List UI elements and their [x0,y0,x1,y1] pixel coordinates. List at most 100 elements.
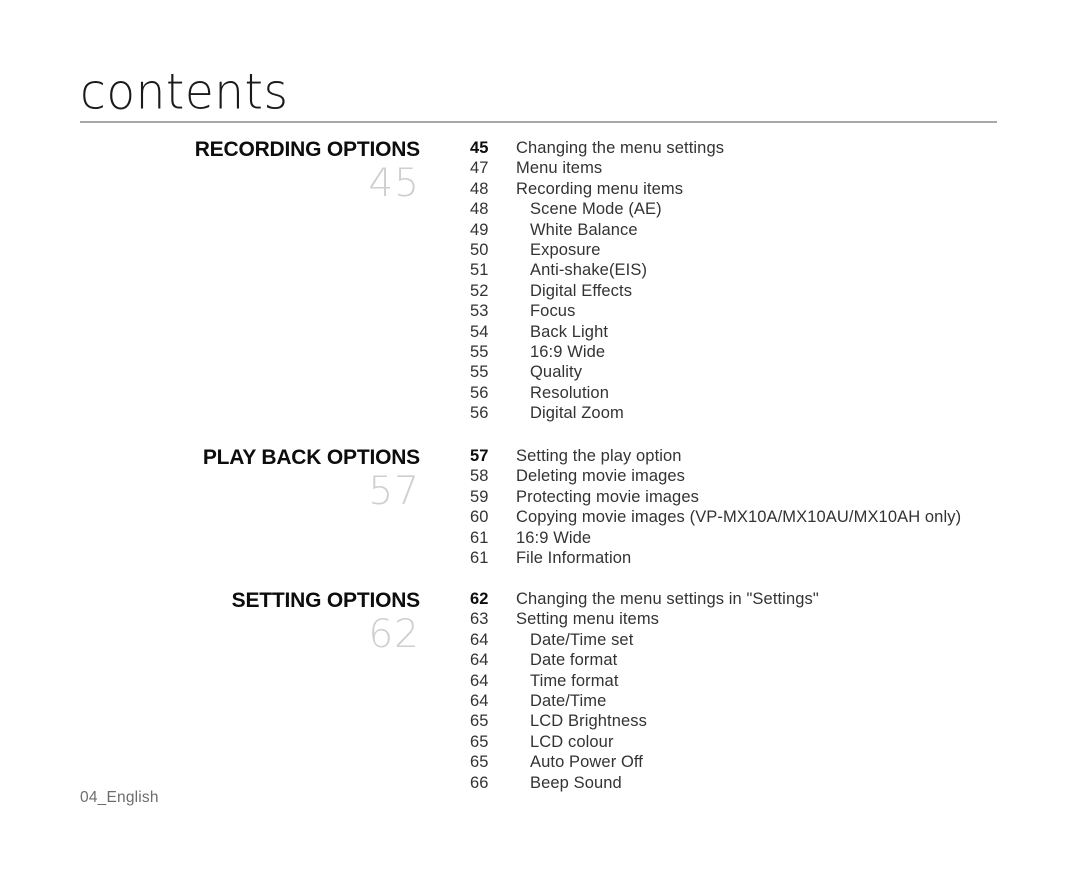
toc-entry-page-number: 51 [470,261,489,280]
toc-entry[interactable]: 65 Auto Power Off [470,752,1070,772]
toc-entry[interactable]: 49 White Balance [470,220,1070,240]
toc-entry[interactable]: 62 Changing the menu settings in "Setting… [470,589,1070,609]
toc-entry[interactable]: 64 Time format [470,671,1070,691]
section-heading-block: RECORDING OPTIONS 45 [0,138,420,205]
toc-entry[interactable]: 53 Focus [470,301,1070,321]
toc-entry[interactable]: 56 Resolution [470,383,1070,403]
toc-entry-page-number: 66 [470,773,489,792]
toc-entry-label: Resolution [530,383,609,402]
toc-entry-label: Exposure [530,240,601,259]
toc-entry[interactable]: 51 Anti-shake(EIS) [470,260,1070,280]
toc-entry-label: Back Light [530,322,609,341]
section-start-page: 45 [368,161,420,206]
toc-entry-label: LCD Brightness [530,712,647,731]
toc-entry-page-number: 54 [470,322,489,341]
toc-entry-page-number: 63 [470,610,489,629]
toc-entry-page-number: 60 [470,508,489,527]
toc-entry-page-number: 65 [470,732,489,751]
toc-entry-page-number: 65 [470,712,489,731]
toc-entry-page-number: 56 [470,383,489,402]
section-title: PLAY BACK OPTIONS [202,446,420,469]
toc-entry-label: Recording menu items [516,179,684,198]
toc-entry-page-number: 48 [470,200,489,219]
toc-entry[interactable]: 58 Deleting movie images [470,466,1070,486]
toc-entry-page-number: 53 [470,302,489,321]
toc-entry-label: Setting the play option [516,447,682,465]
section-heading-block: SETTING OPTIONS 62 [0,589,421,657]
toc-entry-page-number: 64 [470,691,489,710]
toc-entry-page-number: 61 [470,548,489,567]
toc-entry-label: Deleting movie images [516,467,686,486]
section-start-page: 57 [368,469,420,514]
toc-entry-page-number: 45 [470,139,489,157]
toc-entry[interactable]: 48 Recording menu items [470,179,1070,199]
section-start-page: 62 [368,612,420,657]
toc-entry[interactable]: 56 Digital Zoom [470,403,1070,423]
toc-entry[interactable]: 57 Setting the play option [470,446,1070,466]
toc-entry[interactable]: 50 Exposure [470,240,1070,260]
toc-entry[interactable]: 66 Beep Sound [470,773,1070,793]
toc-entry[interactable]: 60 Copying movie images (VP-MX10A/MX10AU/… [470,507,1070,527]
toc-entry[interactable]: 65 LCD Brightness [470,711,1070,731]
toc-entry[interactable]: 48 Scene Mode (AE) [470,199,1070,219]
toc-entry-label: White Balance [530,220,638,239]
toc-entry-page-number: 62 [470,590,489,608]
toc-entry[interactable]: 45 Changing the menu settings [470,138,1070,158]
toc-entry-list: 62 Changing the menu settings in "Setting… [470,589,1070,793]
toc-entry-page-number: 64 [470,651,489,670]
toc-entry-label: Copying movie images (VP-MX10A/MX10AU/MX… [516,508,962,527]
toc-entry[interactable]: 63 Setting menu items [470,609,1070,629]
toc-entry[interactable]: 54 Back Light [470,322,1070,342]
toc-entry-page-number: 57 [470,447,489,465]
toc-entry-page-number: 59 [470,487,489,506]
section-title: RECORDING OPTIONS [194,138,420,161]
toc-entry-label: Auto Power Off [530,753,643,772]
toc-entry-label: Beep Sound [530,773,622,792]
toc-entry-page-number: 49 [470,220,489,239]
section-title: SETTING OPTIONS [231,589,421,612]
toc-entry-label: Changing the menu settings [516,139,725,157]
toc-entry-label: Date/Time set [530,630,634,649]
toc-entry-list: 57 Setting the play option 58 Deleting movi… [470,446,1070,568]
toc-entry-label: Changing the menu settings in "Settings" [516,590,819,608]
toc-entry[interactable]: 55 16:9 Wide [470,342,1070,362]
toc-entry[interactable]: 61 File Information [470,548,1070,568]
toc-entry-label: Date format [530,651,618,670]
toc-entry-label: Quality [530,363,583,382]
toc-entry-page-number: 55 [470,363,489,382]
toc-entry-label: Protecting movie images [516,487,699,506]
toc-entry[interactable]: 47 Menu items [470,158,1070,178]
toc-entry-label: Focus [530,302,576,321]
toc-entry-page-number: 50 [470,240,489,259]
toc-entry[interactable]: 64 Date/Time [470,691,1070,711]
toc-entry-label: LCD colour [530,732,614,751]
page-title: contents [80,63,289,122]
toc-entry-label: Digital Effects [530,281,633,300]
toc-entry-page-number: 58 [470,467,489,486]
toc-entry[interactable]: 65 LCD colour [470,732,1070,752]
toc-entry-page-number: 64 [470,671,489,690]
toc-entry[interactable]: 61 16:9 Wide [470,528,1070,548]
page-footer: 04_English [80,789,159,806]
toc-entry[interactable]: 52 Digital Effects [470,281,1070,301]
toc-entry-page-number: 56 [470,404,489,423]
toc-entry-page-number: 65 [470,753,489,772]
toc-entry[interactable]: 64 Date/Time set [470,630,1070,650]
title-divider [80,121,997,123]
toc-entry-label: Digital Zoom [530,404,624,423]
toc-entry[interactable]: 55 Quality [470,362,1070,382]
toc-entry[interactable]: 59 Protecting movie images [470,487,1070,507]
toc-entry-list: 45 Changing the menu settings 47 Menu items… [470,138,1070,423]
toc-entry-page-number: 55 [470,342,489,361]
toc-entry-page-number: 61 [470,528,489,547]
toc-entry-label: Setting menu items [516,610,660,629]
toc-entry-label: Time format [530,671,619,690]
toc-entry-page-number: 64 [470,630,489,649]
toc-entry-label: Scene Mode (AE) [530,200,662,219]
toc-entry-label: Menu items [516,159,603,178]
section-heading-block: PLAY BACK OPTIONS 57 [0,446,420,513]
toc-entry-label: File Information [516,548,632,567]
toc-entry-label: Date/Time [530,691,607,710]
toc-entry[interactable]: 64 Date format [470,650,1070,670]
toc-entry-page-number: 52 [470,281,489,300]
